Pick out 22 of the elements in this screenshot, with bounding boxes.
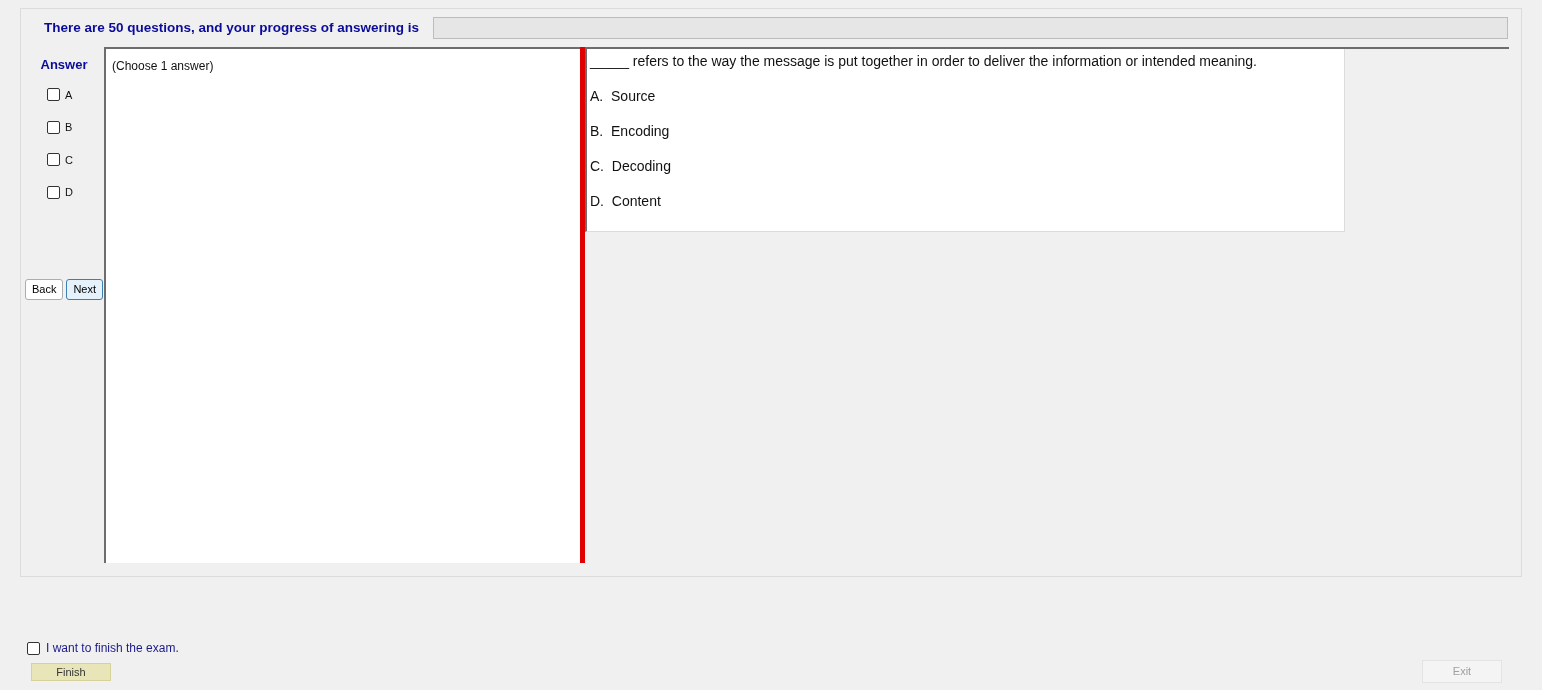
checkbox[interactable] (47, 88, 60, 102)
back-button[interactable]: Back (24, 278, 64, 300)
checkbox[interactable] (47, 153, 60, 167)
finish-confirm-label: I want to finish the exam. (46, 640, 179, 657)
choice-text: D. Content (590, 192, 662, 211)
option-label: C (65, 152, 73, 168)
finish-button[interactable]: Finish (31, 663, 111, 681)
progress-label: There are 50 questions, and your progress of answering is (44, 18, 420, 37)
checkbox[interactable] (47, 185, 60, 199)
answer-box[interactable]: (Choose 1 answer) (104, 47, 580, 563)
choice-text: B. Encoding (590, 122, 671, 141)
option-label: D (65, 185, 73, 200)
next-button[interactable]: Next (66, 278, 104, 300)
answer-hint: (Choose 1 answer) (112, 59, 214, 73)
question-text: _____ refers to the way the message is put together in order to deliver the information or intended meaning. (590, 52, 1258, 71)
checkbox[interactable] (27, 641, 40, 655)
choice-text: C. Decoding (590, 157, 672, 176)
choice-text: A. Source (590, 87, 657, 106)
option-label: B (65, 120, 73, 135)
checkbox[interactable] (47, 120, 60, 134)
answer-title: Answer (40, 56, 88, 74)
option-label: A (65, 87, 73, 103)
